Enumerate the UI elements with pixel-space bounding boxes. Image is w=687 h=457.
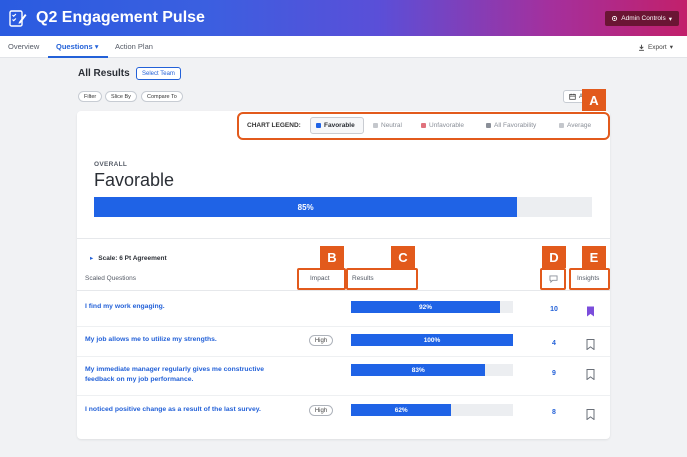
- legend-item-label: Unfavorable: [429, 122, 465, 129]
- legend-item-label: Average: [567, 122, 592, 129]
- question-link[interactable]: My job allows me to utilize my strengths…: [85, 335, 285, 345]
- comment-icon: [549, 275, 558, 283]
- impact-badge: High: [309, 335, 333, 346]
- export-button[interactable]: Export ▾: [638, 43, 673, 51]
- result-bar-fill: 92%: [351, 301, 501, 313]
- result-bar: 92%: [351, 301, 513, 313]
- tab-questions[interactable]: Questions ▾: [56, 42, 99, 51]
- export-label: Export: [647, 43, 667, 51]
- bookmark-icon[interactable]: [586, 339, 595, 350]
- tab-questions-label: Questions: [56, 42, 93, 51]
- row-divider: [77, 326, 610, 327]
- legend-swatch: [486, 123, 491, 128]
- overall-label: OVERALL: [94, 161, 128, 168]
- legend-item-label: Favorable: [324, 122, 355, 129]
- admin-controls-button[interactable]: Admin Controls ▾: [605, 11, 679, 26]
- scale-label: Scale: 6 Pt Agreement: [98, 254, 167, 262]
- comment-count[interactable]: 8: [547, 409, 561, 416]
- annotation-badge-e: E: [582, 246, 606, 268]
- tab-overview[interactable]: Overview: [8, 42, 39, 51]
- legend-item-unfavorable[interactable]: Unfavorable: [421, 122, 464, 129]
- legend-swatch: [421, 123, 426, 128]
- comment-count[interactable]: 9: [547, 370, 561, 377]
- table-header-divider: [77, 290, 610, 291]
- result-bar: 100%: [351, 334, 513, 346]
- tab-action-plan[interactable]: Action Plan: [115, 42, 153, 51]
- overall-bar: 85%: [94, 197, 592, 217]
- calendar-icon: [569, 93, 576, 100]
- overall-value: Favorable: [94, 170, 175, 190]
- result-bar: 83%: [351, 364, 513, 376]
- overall-bar-fill: 85%: [94, 197, 518, 217]
- scale-toggle[interactable]: ▸ Scale: 6 Pt Agreement: [90, 254, 167, 263]
- question-link[interactable]: My immediate manager regularly gives me …: [85, 365, 285, 385]
- page-title: All Results: [78, 68, 130, 79]
- question-link[interactable]: I noticed positive change as a result of…: [85, 405, 285, 415]
- admin-controls-label: Admin Controls: [621, 15, 666, 22]
- header-results[interactable]: Results: [352, 275, 374, 282]
- legend-item-all-favorability[interactable]: All Favorability: [486, 122, 536, 129]
- annotation-badge-b: B: [320, 246, 344, 268]
- checklist-logo-icon: [9, 10, 27, 27]
- result-bar-fill: 83%: [351, 364, 486, 376]
- comment-count[interactable]: 4: [547, 340, 561, 347]
- result-bar: 62%: [351, 404, 513, 416]
- result-bar-fill: 62%: [351, 404, 452, 416]
- legend-swatch: [559, 123, 564, 128]
- row-divider: [77, 356, 610, 357]
- tab-bar: Overview Questions ▾ Action Plan Export …: [0, 36, 687, 58]
- legend-item-average[interactable]: Average: [559, 122, 591, 129]
- caret-right-icon: ▸: [90, 255, 94, 262]
- legend-swatch: [316, 123, 321, 128]
- legend-item-label: All Favorability: [494, 122, 537, 129]
- header-scaled-questions: Scaled Questions: [85, 275, 136, 282]
- header-impact[interactable]: Impact: [310, 275, 330, 282]
- chart-legend-label: CHART LEGEND:: [247, 122, 301, 129]
- bookmark-icon[interactable]: [586, 409, 595, 420]
- download-icon: [638, 44, 644, 51]
- compare-to-button[interactable]: Compare To: [141, 91, 183, 102]
- header-insights: Insights: [577, 275, 600, 282]
- impact-badge: High: [309, 405, 333, 416]
- row-divider: [77, 395, 610, 396]
- annotation-badge-c: C: [391, 246, 415, 268]
- active-tab-indicator: [48, 56, 108, 58]
- annotation-badge-a: A: [582, 89, 606, 111]
- bookmark-icon[interactable]: [586, 369, 595, 380]
- comment-count[interactable]: 10: [547, 306, 561, 313]
- legend-item-label: Neutral: [381, 122, 402, 129]
- chevron-down-icon: ▾: [668, 15, 672, 23]
- slice-by-button[interactable]: Slice By: [105, 91, 137, 102]
- section-divider: [77, 238, 610, 239]
- chevron-down-icon: ▾: [94, 42, 99, 51]
- legend-item-favorable[interactable]: Favorable: [316, 122, 355, 129]
- select-team-button[interactable]: Select Team: [136, 67, 181, 80]
- annotation-badge-d: D: [542, 246, 566, 268]
- chevron-down-icon: ▾: [669, 44, 673, 51]
- filter-button[interactable]: Filter: [78, 91, 103, 102]
- legend-item-neutral[interactable]: Neutral: [373, 122, 402, 129]
- app-title: Q2 Engagement Pulse: [36, 9, 205, 26]
- legend-swatch: [373, 123, 378, 128]
- question-link[interactable]: I find my work engaging.: [85, 302, 285, 312]
- result-bar-fill: 100%: [351, 334, 513, 346]
- gear-icon: [612, 15, 618, 22]
- app-header: Q2 Engagement Pulse Admin Controls ▾: [0, 0, 687, 36]
- bookmark-filled-icon[interactable]: [586, 306, 595, 317]
